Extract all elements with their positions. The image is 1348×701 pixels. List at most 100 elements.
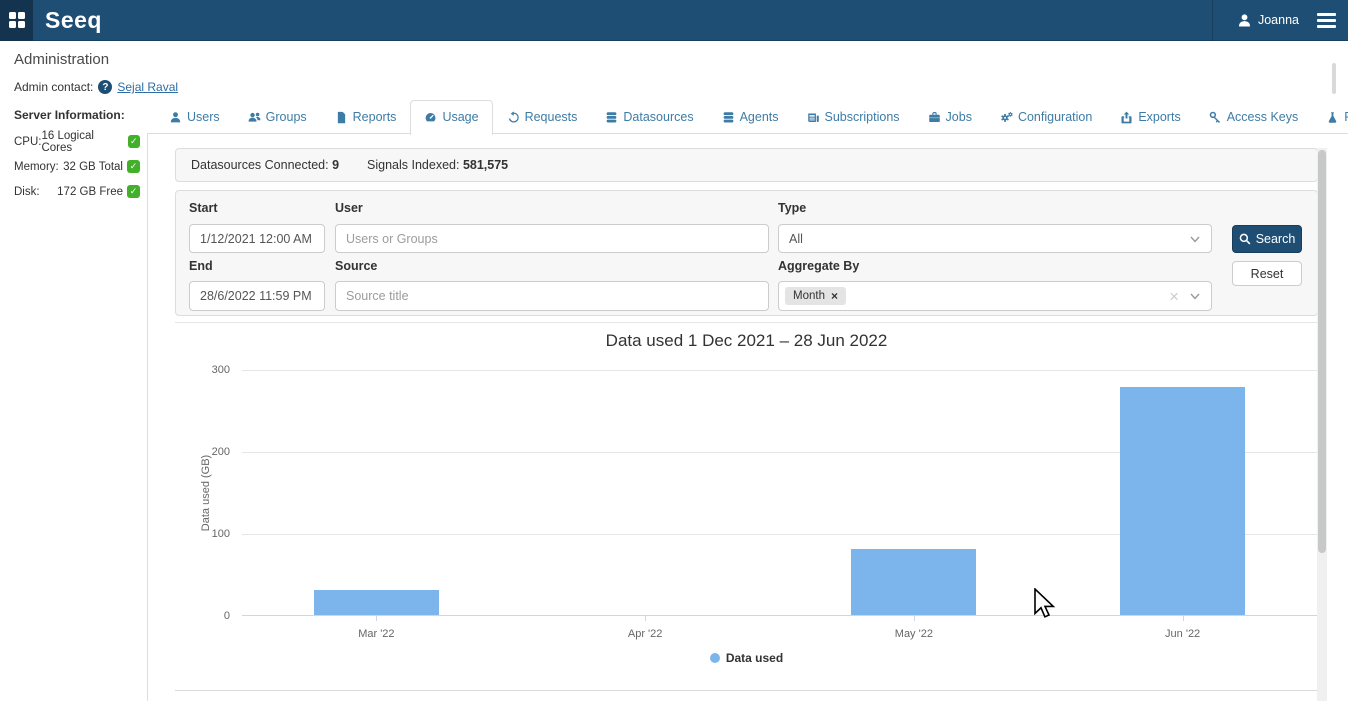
tab-subscriptions[interactable]: Subscriptions bbox=[793, 100, 914, 134]
flask-icon bbox=[1326, 111, 1339, 124]
admin-contact-label: Admin contact: bbox=[14, 80, 93, 94]
server-stat-row: CPU:16 Logical Cores ✓ bbox=[14, 129, 140, 154]
chart-plot-area: Data used (GB) 0100200300Mar '22Apr '22M… bbox=[242, 370, 1317, 616]
type-selected-value: All bbox=[789, 232, 803, 246]
tab-label: Requests bbox=[525, 110, 578, 124]
seeq-logo: Seeq bbox=[45, 7, 102, 34]
legend-item[interactable]: Data used bbox=[710, 651, 783, 665]
bar-mar-22[interactable] bbox=[314, 590, 439, 615]
history-icon bbox=[507, 111, 520, 124]
tab-configuration[interactable]: Configuration bbox=[986, 100, 1106, 134]
x-axis-tick-label: Apr '22 bbox=[511, 628, 780, 640]
search-button-label: Search bbox=[1256, 232, 1296, 246]
start-date-input[interactable] bbox=[189, 224, 325, 253]
hamburger-menu-button[interactable] bbox=[1309, 13, 1348, 28]
key-icon bbox=[1209, 111, 1222, 124]
tab-plugins[interactable]: Plugins bbox=[1312, 100, 1348, 134]
y-axis-tick-label: 300 bbox=[188, 364, 230, 376]
report-icon bbox=[335, 111, 348, 124]
end-label: End bbox=[189, 259, 213, 273]
briefcase-icon bbox=[928, 111, 941, 124]
tab-label: Jobs bbox=[946, 110, 972, 124]
stat-label: CPU: bbox=[14, 136, 41, 148]
source-input[interactable] bbox=[335, 281, 769, 311]
user-search-input[interactable] bbox=[335, 224, 769, 253]
tab-label: Configuration bbox=[1018, 110, 1092, 124]
gears-icon bbox=[1000, 111, 1013, 124]
server-stat-row: Disk: 172 GB Free ✓ bbox=[14, 179, 140, 204]
user-icon bbox=[169, 111, 182, 124]
tab-label: Agents bbox=[740, 110, 779, 124]
bar-jun-22[interactable] bbox=[1120, 387, 1245, 615]
legend-label: Data used bbox=[726, 651, 783, 665]
x-axis-tick-label: Jun '22 bbox=[1048, 628, 1317, 640]
tab-reports[interactable]: Reports bbox=[321, 100, 411, 134]
y-axis-tick-label: 200 bbox=[188, 446, 230, 458]
bar-may-22[interactable] bbox=[851, 549, 976, 615]
tab-agents[interactable]: Agents bbox=[708, 100, 793, 134]
clear-selection-icon[interactable]: × bbox=[1169, 288, 1179, 305]
y-axis-tick-label: 100 bbox=[188, 528, 230, 540]
end-date-input[interactable] bbox=[189, 281, 325, 311]
tab-label: Plugins bbox=[1344, 110, 1348, 124]
server-stat-row: Memory:32 GB Total✓ bbox=[14, 154, 140, 179]
help-icon[interactable]: ? bbox=[98, 80, 112, 94]
export-icon bbox=[1120, 111, 1133, 124]
chart-legend: Data used bbox=[175, 651, 1318, 665]
server-info-heading: Server Information: bbox=[14, 108, 147, 122]
tab-jobs[interactable]: Jobs bbox=[914, 100, 986, 134]
reset-button[interactable]: Reset bbox=[1232, 261, 1302, 286]
user-menu[interactable]: Joanna bbox=[1227, 0, 1309, 40]
type-select[interactable]: All bbox=[778, 224, 1212, 253]
page-scrollbar-thumb[interactable] bbox=[1332, 63, 1336, 94]
status-ok-icon: ✓ bbox=[127, 185, 140, 198]
tab-requests[interactable]: Requests bbox=[493, 100, 592, 134]
y-gridline bbox=[242, 370, 1317, 371]
tab-label: Access Keys bbox=[1227, 110, 1299, 124]
summary-bar: Datasources Connected: 9 Signals Indexed… bbox=[175, 148, 1318, 182]
tab-access-keys[interactable]: Access Keys bbox=[1195, 100, 1313, 134]
admin-contact-link[interactable]: Sejal Raval bbox=[117, 80, 178, 94]
stat-label: Memory: bbox=[14, 161, 59, 173]
y-axis-tick-label: 0 bbox=[188, 610, 230, 622]
scrollbar-thumb[interactable] bbox=[1318, 150, 1326, 553]
tab-datasources[interactable]: Datasources bbox=[591, 100, 707, 134]
aggregate-by-label: Aggregate By bbox=[778, 259, 859, 273]
datasources-connected-label: Datasources Connected: bbox=[191, 158, 329, 172]
users-icon bbox=[248, 111, 261, 124]
datasources-connected-value: 9 bbox=[332, 158, 339, 172]
chevron-down-icon bbox=[1189, 290, 1201, 302]
content-left-border bbox=[147, 133, 148, 701]
tab-label: Exports bbox=[1138, 110, 1180, 124]
status-ok-icon: ✓ bbox=[127, 160, 140, 173]
database-icon bbox=[722, 111, 735, 124]
user-name: Joanna bbox=[1258, 13, 1299, 27]
top-navbar: Seeq Joanna bbox=[0, 0, 1348, 41]
stat-label: Disk: bbox=[14, 186, 40, 198]
x-axis-tick bbox=[914, 616, 915, 621]
tab-label: Datasources bbox=[623, 110, 693, 124]
remove-tag-icon[interactable]: × bbox=[831, 290, 838, 302]
stat-value: 16 Logical Cores bbox=[41, 130, 123, 154]
tab-usage[interactable]: Usage bbox=[410, 100, 492, 135]
type-label: Type bbox=[778, 201, 806, 215]
tab-groups[interactable]: Groups bbox=[234, 100, 321, 134]
chart-title: Data used 1 Dec 2021 – 28 Jun 2022 bbox=[175, 331, 1318, 351]
app-grid-button[interactable] bbox=[0, 0, 33, 41]
x-axis-tick-label: Mar '22 bbox=[242, 628, 511, 640]
tab-users[interactable]: Users bbox=[155, 100, 234, 134]
aggregate-by-select[interactable]: Month × × bbox=[778, 281, 1212, 311]
stat-value: 172 GB Free bbox=[57, 186, 123, 198]
grid-icon bbox=[9, 12, 25, 28]
search-icon bbox=[1239, 233, 1251, 245]
reset-button-label: Reset bbox=[1251, 267, 1284, 281]
navbar-divider bbox=[1212, 0, 1213, 41]
tab-label: Subscriptions bbox=[825, 110, 900, 124]
x-axis-tick bbox=[376, 616, 377, 621]
user-label: User bbox=[335, 201, 363, 215]
source-label: Source bbox=[335, 259, 377, 273]
chevron-down-icon bbox=[1189, 233, 1201, 245]
status-ok-icon: ✓ bbox=[128, 135, 140, 148]
tab-exports[interactable]: Exports bbox=[1106, 100, 1194, 134]
search-button[interactable]: Search bbox=[1232, 225, 1302, 253]
